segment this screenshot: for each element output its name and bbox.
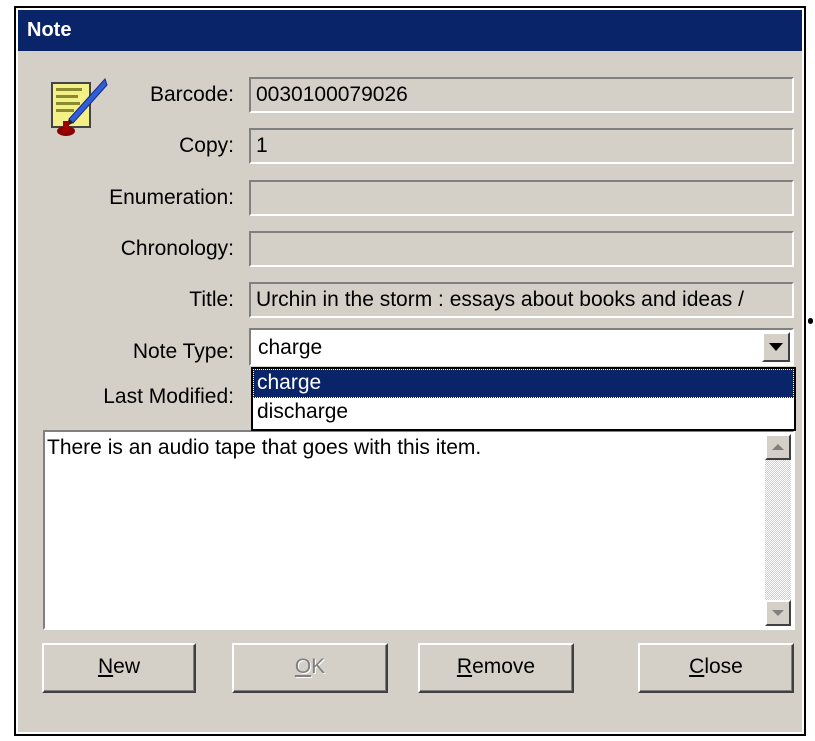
note-text-area[interactable]: There is an audio tape that goes with th… <box>43 430 795 630</box>
ok-mnemonic: O <box>294 655 312 678</box>
barcode-field: 0030100079026 <box>249 77 794 113</box>
window-title: Note <box>27 19 72 41</box>
last-modified-label: Last Modified: <box>103 385 234 408</box>
chronology-label: Chronology: <box>120 237 234 260</box>
close-button[interactable]: Close <box>638 643 794 693</box>
vertical-scrollbar[interactable] <box>765 434 791 626</box>
title-label: Title: <box>189 288 234 311</box>
frame-right <box>804 6 806 736</box>
margin-dot <box>808 318 813 324</box>
copy-field: 1 <box>249 128 794 164</box>
scroll-down-arrow-icon <box>772 610 784 616</box>
close-mnemonic: C <box>689 655 705 678</box>
frame-top <box>14 6 806 8</box>
new-rest: ew <box>113 655 141 678</box>
note-type-dropdown-button[interactable] <box>762 332 790 362</box>
remove-mnemonic: R <box>456 655 473 678</box>
ok-rest: K <box>311 655 326 678</box>
copy-label: Copy: <box>179 134 234 157</box>
ok-button[interactable]: OK <box>232 643 388 693</box>
close-rest: lose <box>704 655 743 678</box>
scroll-up-button[interactable] <box>765 434 791 460</box>
note-type-select[interactable]: charge <box>249 328 794 366</box>
title-bar: Note <box>18 10 802 51</box>
frame-left <box>14 6 16 736</box>
note-pen-icon <box>51 78 108 136</box>
scroll-down-button[interactable] <box>765 600 791 626</box>
title-field: Urchin in the storm : essays about books… <box>249 282 794 318</box>
enumeration-field <box>249 180 794 216</box>
frame-bottom <box>14 734 806 736</box>
dropdown-option-discharge[interactable]: discharge <box>253 398 794 427</box>
note-type-value: charge <box>258 336 323 359</box>
note-text: There is an audio tape that goes with th… <box>47 436 482 459</box>
note-dialog: Note Barcode: 0030100079026 Copy: 1 Enum… <box>18 10 802 732</box>
chronology-field <box>249 231 794 267</box>
remove-rest: emove <box>472 655 536 678</box>
new-button[interactable]: New <box>42 643 196 693</box>
dropdown-option-charge[interactable]: charge <box>253 369 794 398</box>
scroll-up-arrow-icon <box>772 444 784 450</box>
barcode-label: Barcode: <box>149 83 234 106</box>
enumeration-label: Enumeration: <box>109 186 234 209</box>
note-type-label: Note Type: <box>132 340 234 363</box>
remove-button[interactable]: Remove <box>418 643 574 693</box>
note-type-dropdown-list[interactable]: charge discharge <box>251 367 796 431</box>
new-mnemonic: N <box>97 655 114 678</box>
chevron-down-icon <box>769 343 783 351</box>
